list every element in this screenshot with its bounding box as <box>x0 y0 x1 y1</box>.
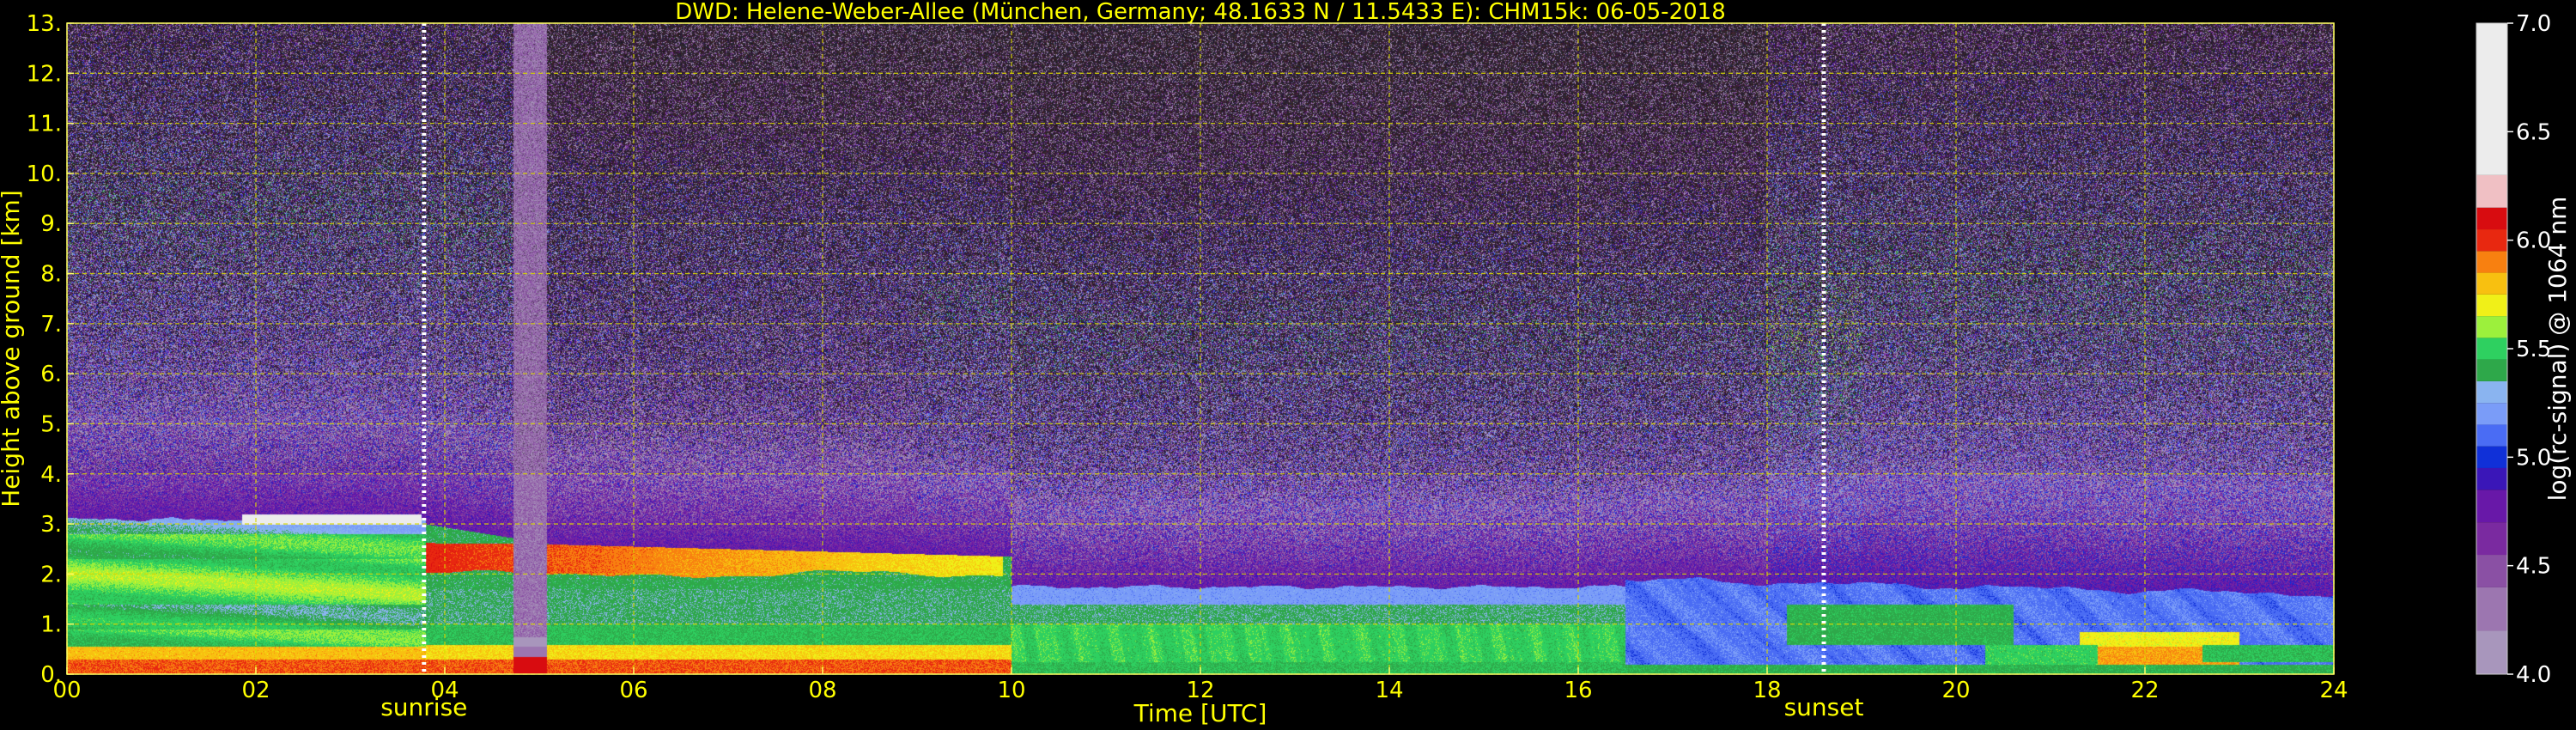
colorbar-tick-label: 4.5 <box>2516 554 2551 580</box>
colorbar-segment <box>2476 380 2507 404</box>
x-tick-label: 22 <box>2130 678 2159 703</box>
chart-title: DWD: Helene-Weber-Allee (München, German… <box>675 0 1726 25</box>
colorbar-segment <box>2476 555 2507 587</box>
y-tick-label: 10. <box>27 161 62 187</box>
y-tick-label: 6. <box>40 362 62 387</box>
colorbar-segment <box>2476 316 2507 338</box>
colorbar-segment <box>2476 338 2507 360</box>
colorbar-segment <box>2476 174 2507 208</box>
y-tick-label: 4. <box>40 462 62 488</box>
y-tick-label: 8. <box>40 262 62 288</box>
y-tick-label: 1. <box>40 612 62 638</box>
colorbar-segment <box>2476 467 2507 490</box>
colorbar-segment <box>2476 207 2507 230</box>
x-tick-label: 18 <box>1753 678 1781 703</box>
y-tick-label: 5. <box>40 411 62 437</box>
event-labels: sunrise sunset <box>380 693 1863 721</box>
colorbar-segment <box>2476 424 2507 447</box>
event-label-sunset: sunset <box>1784 693 1864 721</box>
y-tick-label: 3. <box>40 512 62 538</box>
x-tick-label: 14 <box>1375 678 1403 703</box>
colorbar-segment <box>2476 630 2507 674</box>
event-label-sunrise: sunrise <box>380 693 467 721</box>
colorbar-segment <box>2476 23 2507 175</box>
x-tick-label: 02 <box>241 678 270 703</box>
colorbar-tick-label: 4.0 <box>2516 662 2551 688</box>
x-tick-label: 10 <box>997 678 1025 703</box>
x-tick-label: 24 <box>2319 678 2348 703</box>
y-tick-label: 13. <box>27 11 62 37</box>
colorbar-segment <box>2476 359 2507 381</box>
y-tick-label: 9. <box>40 211 62 237</box>
colorbar-segment <box>2476 587 2507 631</box>
colorbar-segment <box>2476 272 2507 295</box>
colorbar-label: log(rc-signal) @ 1064 nm <box>2543 197 2572 502</box>
colorbar <box>2476 22 2508 675</box>
lidar-ceilometer-chart: DWD: Helene-Weber-Allee (München, German… <box>0 0 2572 727</box>
colorbar-segment <box>2476 446 2507 468</box>
x-tick-label: 08 <box>808 678 836 703</box>
colorbar-segment <box>2476 490 2507 523</box>
colorbar-tick-label: 6.5 <box>2516 119 2551 145</box>
colorbar-segment <box>2476 403 2507 425</box>
y-tick-label: 11. <box>27 112 62 137</box>
y-tick-label: 0. <box>40 662 62 688</box>
x-tick-label: 06 <box>619 678 647 703</box>
colorbar-segment <box>2476 251 2507 273</box>
colorbar-tick-label: 7.0 <box>2516 11 2551 37</box>
y-tick-label: 12. <box>27 61 62 87</box>
y-axis-label: Height above ground [km] <box>0 190 25 508</box>
colorbar-segment <box>2476 229 2507 252</box>
colorbar-segment <box>2476 522 2507 556</box>
y-tick-label: 2. <box>40 562 62 587</box>
x-tick-label: 20 <box>1941 678 1970 703</box>
x-axis-label: Time [UTC] <box>1133 699 1267 727</box>
x-tick-label: 16 <box>1564 678 1592 703</box>
colorbar-segment <box>2476 294 2507 317</box>
y-tick-label: 7. <box>40 312 62 338</box>
